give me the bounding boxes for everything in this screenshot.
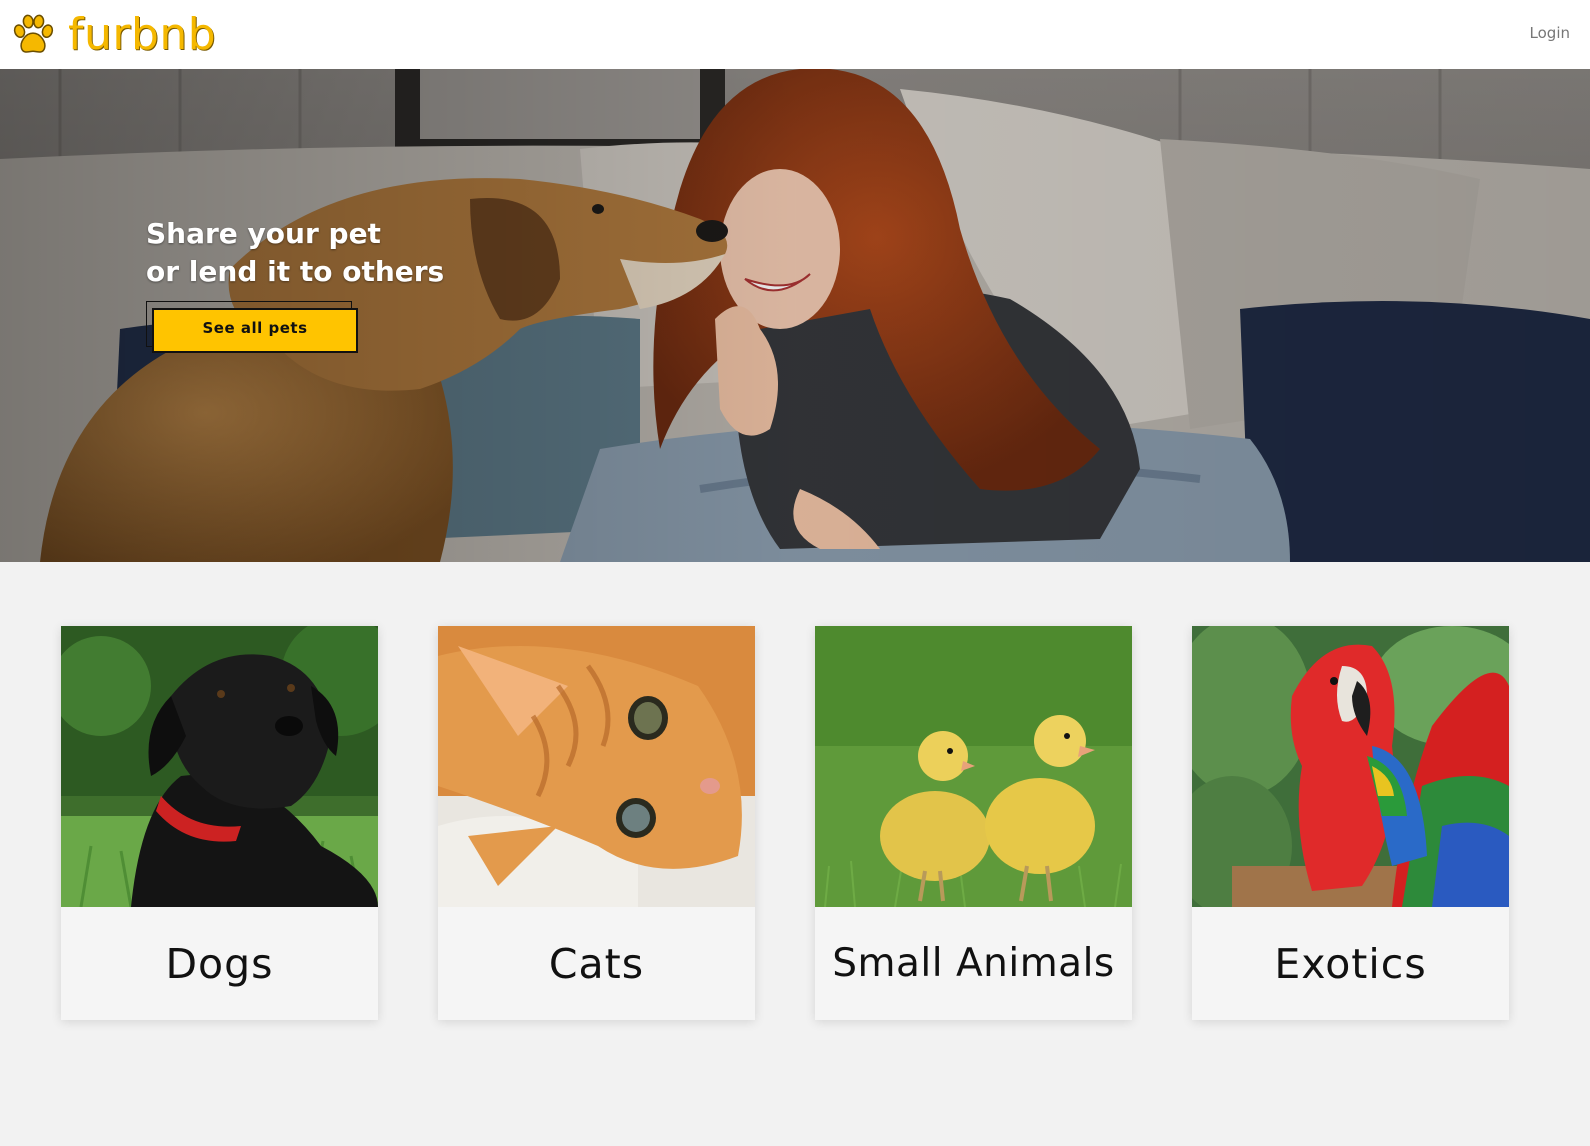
category-card-dogs[interactable]: Dogs [61,626,378,1020]
site-header: furbnb Login [0,0,1590,69]
category-card-cats[interactable]: Cats [438,626,755,1020]
see-all-pets-button[interactable]: See all pets [152,308,358,353]
login-link[interactable]: Login [1530,24,1570,42]
category-label: Small Animals [832,941,1115,986]
cat-photo [438,626,755,907]
parrot-photo [1192,626,1509,907]
logo[interactable]: furbnb [10,8,216,62]
hero-headline-line1: Share your pet [146,217,381,250]
category-card-small-animals[interactable]: Small Animals [815,626,1132,1020]
ducklings-photo [815,626,1132,907]
hero-headline-line2: or lend it to others [146,255,445,288]
category-label: Dogs [165,939,274,988]
hero-banner: Share your pet or lend it to others See … [0,69,1590,562]
dog-photo [61,626,378,907]
hero-headline: Share your pet or lend it to others [146,215,444,291]
see-all-pets-wrapper: See all pets [146,301,358,353]
category-card-exotics[interactable]: Exotics [1192,626,1509,1020]
paw-icon [13,14,54,53]
category-label: Exotics [1274,939,1427,988]
category-label: Cats [548,939,645,988]
brand-name: furbnb [68,9,217,60]
